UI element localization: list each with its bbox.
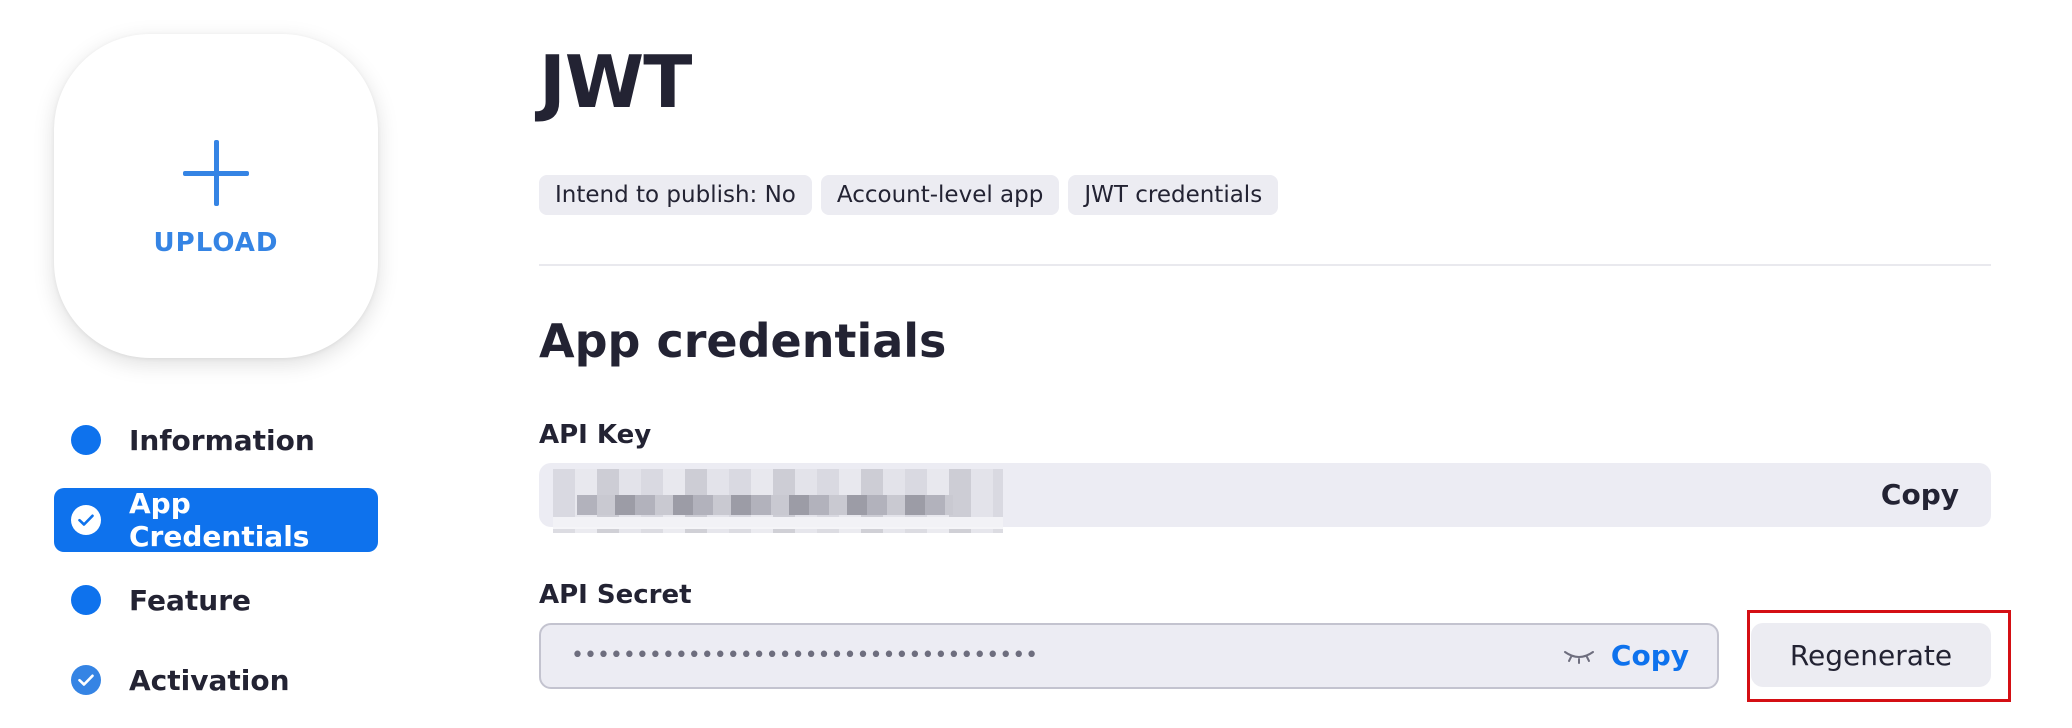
- dot-icon: [71, 585, 101, 615]
- check-circle-icon: [71, 505, 101, 535]
- sidebar-item-app-credentials[interactable]: App Credentials: [54, 487, 378, 553]
- app-page: UPLOAD Information App Credentials Featu…: [0, 0, 2072, 728]
- sidebar-nav: Information App Credentials Feature Acti…: [54, 408, 378, 728]
- check-circle-icon: [71, 665, 101, 695]
- app-tags: Intend to publish: No Account-level app …: [539, 175, 1279, 215]
- sidebar-item-label: Activation: [129, 663, 290, 697]
- redacted-value: [553, 469, 1003, 533]
- sidebar-item-label: Feature: [129, 583, 251, 617]
- sidebar-item-label: Information: [129, 423, 315, 457]
- upload-button[interactable]: UPLOAD: [54, 34, 378, 358]
- tag-credentials-type: JWT credentials: [1068, 175, 1279, 215]
- sidebar-item-information[interactable]: Information: [54, 408, 378, 472]
- api-secret-field[interactable]: •••••••••••••••••••••••••••••••••••• Cop…: [539, 623, 1719, 689]
- masked-secret: ••••••••••••••••••••••••••••••••••••: [571, 643, 1039, 668]
- api-secret-label: API Secret: [539, 580, 692, 610]
- tag-publish: Intend to publish: No: [539, 175, 812, 215]
- section-title: App credentials: [539, 314, 947, 368]
- copy-api-secret-button[interactable]: Copy: [1611, 625, 1689, 687]
- upload-label: UPLOAD: [153, 228, 279, 258]
- page-title: JWT: [539, 40, 692, 124]
- sidebar-item-feature[interactable]: Feature: [54, 568, 378, 632]
- api-key-label: API Key: [539, 420, 652, 450]
- regenerate-button[interactable]: Regenerate: [1751, 623, 1991, 687]
- divider: [539, 264, 1991, 266]
- sidebar-item-label: App Credentials: [129, 487, 310, 553]
- copy-api-key-button[interactable]: Copy: [1881, 463, 1959, 527]
- sidebar-item-activation[interactable]: Activation: [54, 648, 378, 712]
- tag-account-level: Account-level app: [820, 175, 1060, 215]
- dot-icon: [71, 425, 101, 455]
- plus-icon: [183, 140, 249, 206]
- eye-closed-icon[interactable]: [1563, 647, 1595, 665]
- api-key-field[interactable]: Copy: [539, 463, 1991, 533]
